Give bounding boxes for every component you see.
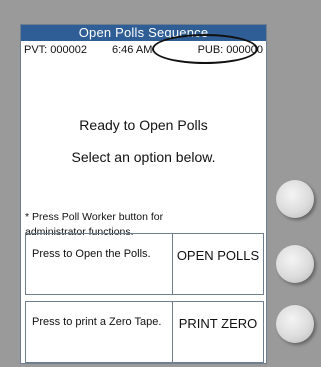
open-polls-label: OPEN POLLS [176,248,260,263]
status-row: PVT: 000002 6:46 AM PUB: 000000 [21,41,266,63]
print-zero-hardware-button[interactable] [276,305,314,343]
open-polls-hardware-button[interactable] [276,245,314,283]
clock-time: 6:46 AM [112,44,153,56]
open-polls-option[interactable]: Press to Open the Polls. OPEN POLLS [25,233,264,295]
pvt-counter: PVT: 000002 [24,44,87,56]
print-zero-description: Press to print a Zero Tape. [26,302,173,362]
voting-screen: Open Polls Sequence PVT: 000002 6:46 AM … [20,24,267,364]
open-polls-description: Press to Open the Polls. [26,234,173,294]
pub-counter: PUB: 000000 [197,44,263,56]
poll-worker-button[interactable] [276,180,314,218]
status-message: Ready to Open Polls [79,117,208,133]
screen-title: Open Polls Sequence [21,25,266,41]
open-polls-action-label: OPEN POLLS [173,234,263,294]
instruction-text: Select an option below. [71,149,216,165]
print-zero-label: PRINT ZERO [178,316,258,331]
print-zero-option[interactable]: Press to print a Zero Tape. PRINT ZERO [25,301,264,363]
print-zero-action-label: PRINT ZERO [173,302,263,362]
